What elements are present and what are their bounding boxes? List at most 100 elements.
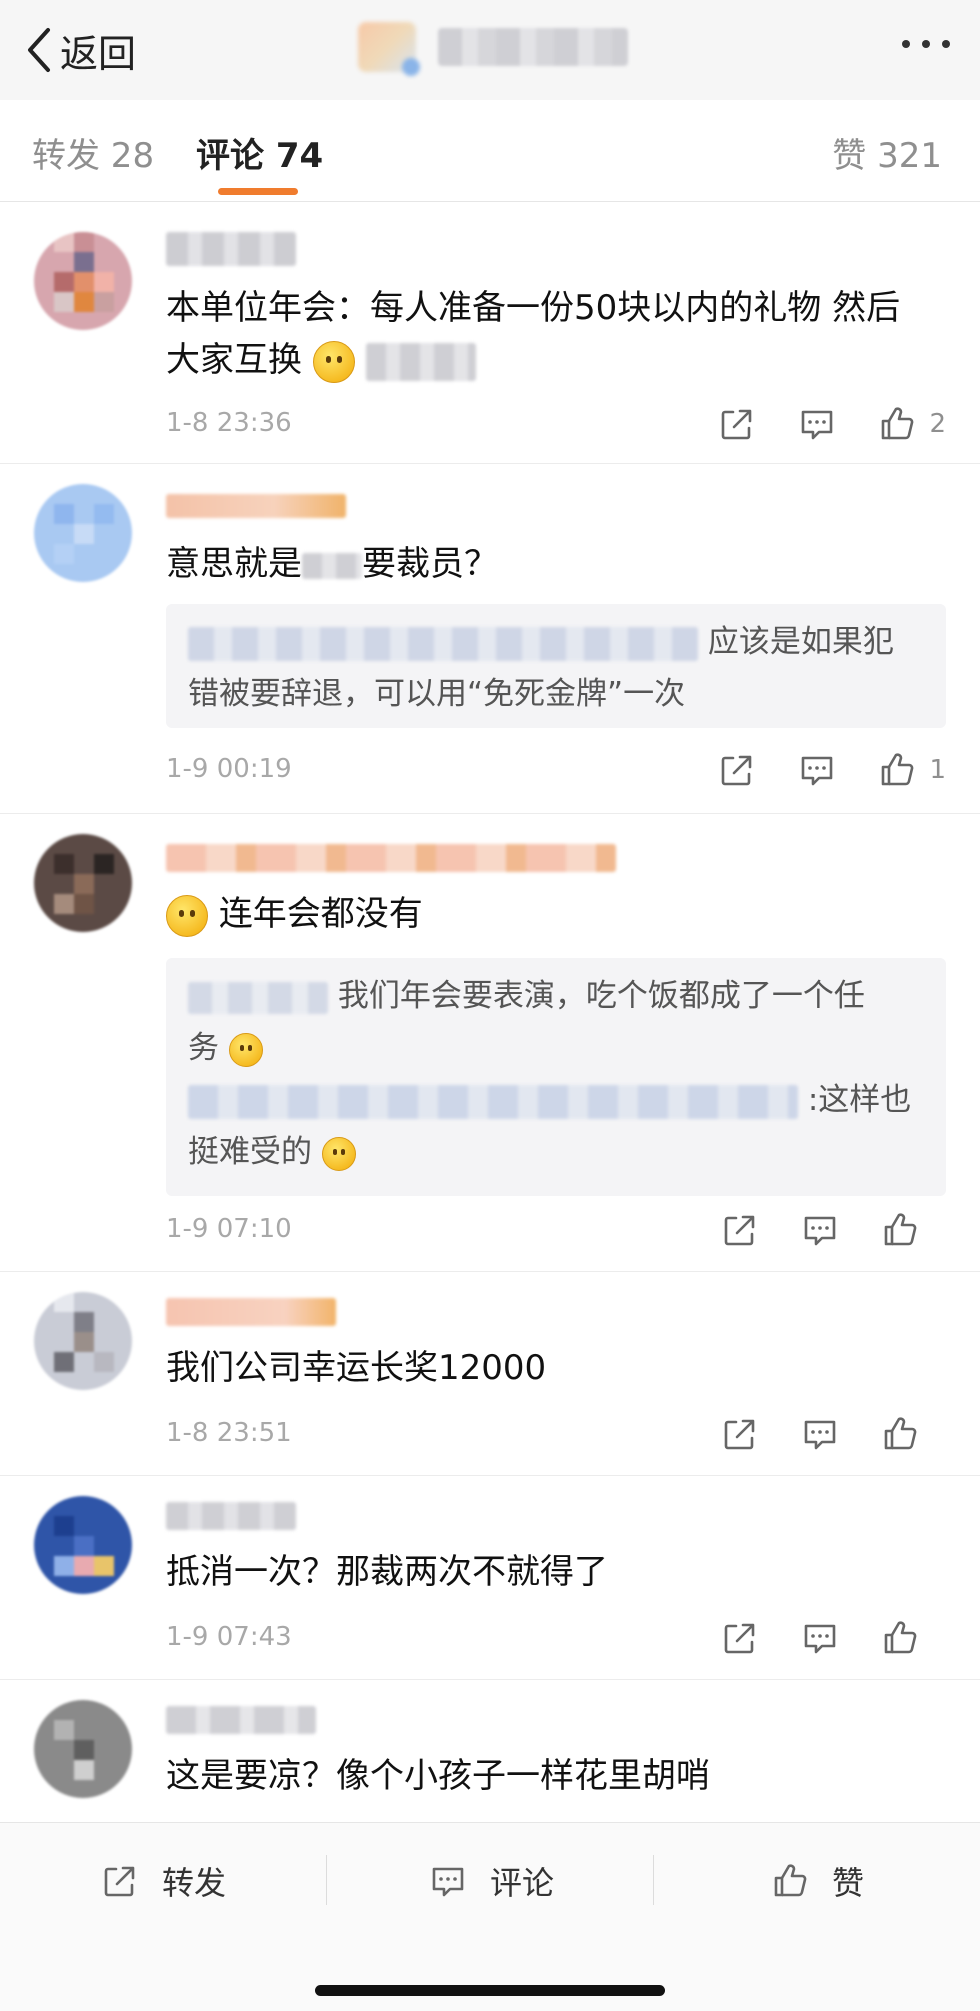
comment-item: 这是要凉？像个小孩子一样花里胡哨: [0, 1680, 980, 1830]
like-button[interactable]: 赞: [770, 1851, 864, 1911]
comment-icon[interactable]: [795, 402, 839, 446]
username-redacted[interactable]: [166, 232, 296, 266]
share-icon[interactable]: [715, 748, 759, 792]
avatar[interactable]: [34, 484, 132, 582]
tab-repost[interactable]: 转发 28: [32, 128, 154, 177]
comment-timestamp: 1-9 00:19: [166, 754, 292, 784]
comment-icon[interactable]: [798, 1208, 842, 1252]
comment-item: 我们公司幸运长奖12000 1-8 23:51: [0, 1272, 980, 1476]
username-redacted[interactable]: [166, 1298, 336, 1326]
reply-preview[interactable]: 应该是如果犯 错被要辞退，可以用“免死金牌”一次: [166, 604, 946, 728]
username-redacted[interactable]: [166, 844, 616, 872]
avatar[interactable]: [34, 1496, 132, 1594]
thumbs-up-icon: [875, 402, 919, 446]
comment-text-line1: 连年会都没有: [218, 894, 423, 934]
thumbs-up-icon: [878, 1412, 922, 1456]
more-dots-icon[interactable]: [902, 40, 950, 48]
thumbs-up-icon: [878, 1208, 922, 1252]
comment-text-line1: 抵消一次？那裁两次不就得了: [166, 1552, 608, 1592]
back-label: 返回: [60, 31, 137, 76]
thumbs-up-icon: [875, 748, 919, 792]
tab-bar: 转发 28 评论 74 赞 321: [0, 100, 980, 202]
chevron-left-icon: [28, 28, 50, 72]
cry-emoji-icon: [228, 1032, 263, 1067]
like-button[interactable]: [878, 1616, 946, 1660]
comment-actions: [682, 1412, 946, 1456]
comment-text-part2: 要裁员？: [362, 544, 498, 584]
top-nav-bar: 返回: [0, 0, 980, 100]
tab-likes[interactable]: 赞 321: [832, 128, 942, 177]
comment-text-part1: 意思就是: [166, 544, 302, 584]
divider: [326, 1855, 327, 1905]
comment-actions: [682, 1208, 946, 1252]
like-button[interactable]: [878, 1412, 946, 1456]
avatar[interactable]: [34, 1700, 132, 1798]
reply-text-line2: 务: [188, 1030, 219, 1066]
comment-text: 抵消一次？那裁两次不就得了: [166, 1546, 946, 1598]
comment-text-line1: 本单位年会：每人准备一份50块以内的礼物 然后: [166, 288, 901, 328]
comment-text-line1: 这是要凉？像个小孩子一样花里胡哨: [166, 1756, 710, 1796]
comment-label: 评论: [490, 1864, 555, 1902]
back-button[interactable]: 返回: [24, 22, 136, 78]
tab-comments[interactable]: 评论 74: [196, 128, 323, 177]
reply2-text-line2: 挺难受的: [188, 1134, 312, 1170]
author-name-redacted: [438, 28, 628, 66]
comment-text: 这是要凉？像个小孩子一样花里胡哨: [166, 1750, 946, 1802]
avatar[interactable]: [34, 834, 132, 932]
comment-icon[interactable]: [798, 1412, 842, 1456]
repost-label: 转发: [162, 1864, 227, 1902]
comment-button[interactable]: 评论: [428, 1851, 554, 1911]
avatar[interactable]: [34, 232, 132, 330]
redacted-reply-author: [188, 981, 328, 1014]
comment-item: 意思就是 要裁员？ 应该是如果犯 错被要辞退，可以用“免死金牌”一次 1-9 00…: [0, 464, 980, 814]
bottom-action-bar: 转发 评论 赞: [0, 1822, 980, 2011]
active-tab-indicator: [218, 188, 298, 195]
share-icon[interactable]: [718, 1412, 762, 1456]
comment-item: 连年会都没有 我们年会要表演，吃个饭都成了一个任 务 :这样也 挺难受的 1-9…: [0, 814, 980, 1272]
like-count: 2: [929, 409, 946, 439]
laugh-cry-emoji-icon: [321, 1136, 356, 1171]
comment-text-line2: 大家互换: [166, 340, 302, 380]
username-redacted[interactable]: [166, 1502, 296, 1530]
share-icon[interactable]: [718, 1616, 762, 1660]
avatar[interactable]: [34, 1292, 132, 1390]
reply2-text-line1: :这样也: [807, 1082, 912, 1118]
reply-preview[interactable]: 我们年会要表演，吃个饭都成了一个任 务 :这样也 挺难受的: [166, 958, 946, 1196]
share-icon: [100, 1861, 140, 1901]
comment-text: 意思就是 要裁员？: [166, 538, 946, 590]
comment-icon[interactable]: [798, 1616, 842, 1660]
comment-text: 我们公司幸运长奖12000: [166, 1342, 946, 1394]
share-icon[interactable]: [715, 402, 759, 446]
comment-item: 本单位年会：每人准备一份50块以内的礼物 然后 大家互换 1-8 23:36 2: [0, 212, 980, 464]
author-avatar: [358, 22, 420, 76]
repost-button[interactable]: 转发: [100, 1851, 226, 1911]
page-title: [358, 22, 628, 76]
comment-timestamp: 1-9 07:43: [166, 1622, 292, 1652]
reply-text-line1: 我们年会要表演，吃个饭都成了一个任: [337, 978, 865, 1014]
comment-timestamp: 1-8 23:36: [166, 408, 292, 438]
like-label: 赞: [832, 1864, 865, 1902]
comment-icon: [428, 1861, 468, 1901]
like-button[interactable]: 1: [875, 748, 946, 792]
redacted-text: [302, 552, 362, 579]
like-button[interactable]: [878, 1208, 946, 1252]
cry-emoji-icon: [166, 894, 208, 937]
like-count: 1: [929, 755, 946, 785]
comment-actions: [682, 1616, 946, 1660]
comment-icon[interactable]: [795, 748, 839, 792]
comment-list: 本单位年会：每人准备一份50块以内的礼物 然后 大家互换 1-8 23:36 2…: [0, 212, 980, 1830]
reply-text-line1: 应该是如果犯: [707, 624, 894, 660]
username-redacted[interactable]: [166, 1706, 316, 1734]
like-button[interactable]: 2: [875, 402, 946, 446]
redacted-reply-author: [188, 626, 698, 661]
redacted-reply-author: [188, 1084, 798, 1119]
comment-actions: 2: [679, 402, 946, 446]
home-indicator[interactable]: [315, 1985, 665, 1996]
reply-text-line2: 错被要辞退，可以用“免死金牌”一次: [188, 676, 686, 712]
comment-text: 本单位年会：每人准备一份50块以内的礼物 然后 大家互换: [166, 282, 946, 386]
redacted-text: [365, 342, 476, 381]
username-redacted[interactable]: [166, 494, 346, 518]
comment-text: 连年会都没有: [166, 888, 946, 940]
comment-text-line1: 我们公司幸运长奖12000: [166, 1348, 547, 1388]
share-icon[interactable]: [718, 1208, 762, 1252]
